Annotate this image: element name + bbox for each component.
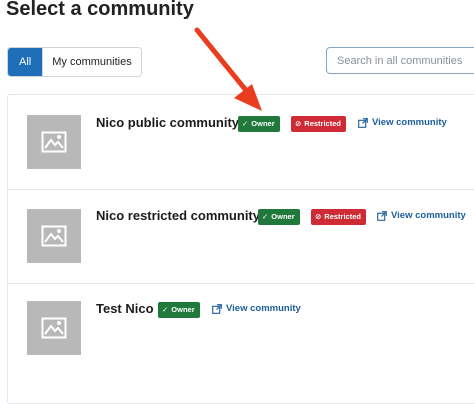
view-community-link[interactable]: View community bbox=[358, 117, 447, 128]
restricted-badge: ⊘ Restricted bbox=[311, 209, 366, 225]
external-link-icon bbox=[377, 210, 387, 221]
ban-icon: ⊘ bbox=[295, 119, 302, 128]
list-item: Nico public community ✓ Owner ⊘ Restrict… bbox=[8, 95, 474, 190]
community-name[interactable]: Test Nico bbox=[96, 301, 154, 316]
image-placeholder-icon bbox=[27, 115, 81, 169]
filter-my-communities-button[interactable]: My communities bbox=[42, 48, 141, 76]
check-icon: ✓ bbox=[262, 212, 269, 221]
list-item: Test Nico ✓ Owner View community bbox=[8, 283, 474, 377]
ban-icon: ⊘ bbox=[315, 212, 322, 221]
community-list: Nico public community ✓ Owner ⊘ Restrict… bbox=[7, 94, 474, 404]
external-link-icon bbox=[358, 117, 368, 128]
community-name[interactable]: Nico restricted community bbox=[96, 208, 260, 223]
list-item: Nico restricted community ✓ Owner ⊘ Rest… bbox=[8, 189, 474, 284]
external-link-icon bbox=[212, 303, 222, 314]
check-icon: ✓ bbox=[242, 119, 249, 128]
image-placeholder-icon bbox=[27, 209, 81, 263]
owner-badge: ✓ Owner bbox=[158, 302, 200, 318]
check-icon: ✓ bbox=[162, 305, 169, 314]
view-community-link[interactable]: View community bbox=[377, 210, 466, 221]
owner-badge: ✓ Owner bbox=[258, 209, 300, 225]
view-community-link[interactable]: View community bbox=[212, 303, 301, 314]
page-title: Select a community bbox=[6, 0, 194, 20]
image-placeholder-icon bbox=[27, 301, 81, 355]
restricted-badge: ⊘ Restricted bbox=[291, 116, 346, 132]
community-name[interactable]: Nico public community bbox=[96, 115, 239, 130]
search-input[interactable] bbox=[326, 47, 474, 74]
community-filter: All My communities bbox=[7, 47, 142, 77]
owner-badge: ✓ Owner bbox=[238, 116, 280, 132]
filter-all-button[interactable]: All bbox=[8, 48, 43, 76]
